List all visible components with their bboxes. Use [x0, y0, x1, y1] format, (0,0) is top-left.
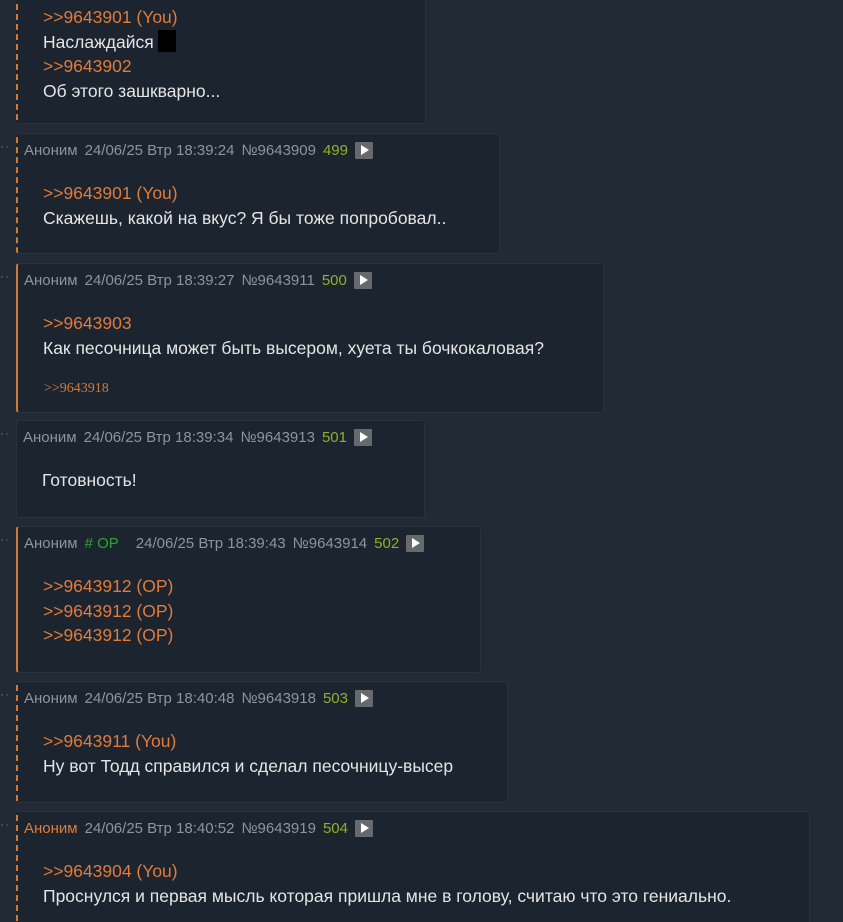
post-count: 502 [374, 535, 400, 552]
post: Аноним 24/06/25 Втр 18:39:34 №9643913 50… [16, 420, 425, 518]
post-date: 24/06/25 Втр 18:40:48 [84, 690, 235, 707]
play-icon[interactable] [353, 272, 372, 289]
post-number[interactable]: №9643919 [241, 820, 316, 837]
post-body: >>9643901 (You) Скажешь, какой на вкус? … [43, 181, 446, 230]
reply-link[interactable]: >>9643911 (You) [43, 731, 176, 751]
post-text: Об этого зашкварно... [43, 80, 221, 101]
post: Аноним 24/06/25 Втр 18:39:27 №9643911 50… [16, 263, 604, 413]
post-author[interactable]: Аноним [23, 429, 77, 446]
play-icon[interactable] [406, 535, 425, 552]
post-header: Аноним 24/06/25 Втр 18:39:27 №9643911 50… [24, 272, 372, 289]
post-date: 24/06/25 Втр 18:39:27 [84, 272, 235, 289]
post: Аноним # OP 24/06/25 Втр 18:39:43 №96439… [16, 526, 481, 673]
reply-link[interactable]: >>9643912 (OP) [43, 625, 173, 645]
post-text: Наслаждайся [43, 31, 154, 52]
post-body: Готовность! [42, 468, 137, 493]
play-icon[interactable] [354, 142, 373, 159]
reply-link[interactable]: >>9643901 (You) [43, 183, 178, 203]
post-header: Аноним 24/06/25 Втр 18:40:48 №9643918 50… [24, 690, 373, 707]
post-number[interactable]: №9643911 [241, 272, 314, 289]
thread: >>9643901 (You) Наслаждайся >>9643902 Об… [0, 0, 843, 922]
post-body: >>9643911 (You) Ну вот Тодд справился и … [43, 729, 453, 778]
post-date: 24/06/25 Втр 18:40:52 [84, 820, 235, 837]
op-tripcode: # OP [84, 535, 119, 552]
reply-link[interactable]: >>9643902 [43, 56, 132, 76]
play-icon[interactable] [354, 820, 373, 837]
post-expander-dots[interactable]: ·· [0, 140, 10, 152]
post-expander-dots[interactable]: ·· [0, 427, 10, 439]
post-header: Аноним 24/06/25 Втр 18:40:52 №9643919 50… [24, 820, 373, 837]
post: Аноним 24/06/25 Втр 18:40:48 №9643918 50… [16, 681, 508, 803]
post-count: 504 [322, 820, 348, 837]
post-count: 503 [322, 690, 348, 707]
post-count: 500 [321, 272, 347, 289]
reply-link[interactable]: >>9643912 (OP) [43, 601, 173, 621]
play-icon[interactable] [354, 690, 373, 707]
post-expander-dots[interactable]: ·· [0, 688, 10, 700]
post-date: 24/06/25 Втр 18:39:24 [84, 142, 235, 159]
post-author[interactable]: Аноним [24, 690, 78, 707]
post-date: 24/06/25 Втр 18:39:43 [135, 535, 286, 552]
spoiler[interactable] [157, 29, 176, 52]
reply-link[interactable]: >>9643903 [43, 313, 132, 333]
post-header: Аноним 24/06/25 Втр 18:39:24 №9643909 49… [24, 142, 373, 159]
post: Аноним 24/06/25 Втр 18:40:52 №9643919 50… [16, 811, 810, 922]
post-number[interactable]: №9643909 [241, 142, 316, 159]
post-count: 501 [321, 429, 347, 446]
post-body: >>9643903 Как песочница может быть высер… [43, 311, 544, 360]
post-header: Аноним # OP 24/06/25 Втр 18:39:43 №96439… [24, 535, 425, 552]
post-author[interactable]: Аноним [24, 820, 78, 837]
post-number[interactable]: №9643914 [293, 535, 368, 552]
backreference-link[interactable]: >>9643918 [44, 381, 109, 397]
post-expander-dots[interactable]: ·· [0, 818, 10, 830]
post-expander-dots[interactable]: ·· [0, 533, 10, 545]
post-body: >>9643904 (You) Проснулся и первая мысль… [43, 859, 731, 908]
reply-link[interactable]: >>9643904 (You) [43, 861, 178, 881]
play-icon[interactable] [353, 429, 372, 446]
post-text: Скажешь, какой на вкус? Я бы тоже попроб… [43, 207, 447, 228]
post-text: Как песочница может быть высером, хуета … [43, 337, 544, 358]
post-count: 499 [322, 142, 348, 159]
post-number[interactable]: №9643913 [240, 429, 315, 446]
post-author[interactable]: Аноним [24, 142, 78, 159]
post: >>9643901 (You) Наслаждайся >>9643902 Об… [16, 0, 426, 124]
post-body: >>9643901 (You) Наслаждайся >>9643902 Об… [43, 5, 220, 103]
post-body: >>9643912 (OP) >>9643912 (OP) >>9643912 … [43, 574, 173, 648]
post-expander-dots[interactable]: ·· [0, 270, 10, 282]
post-date: 24/06/25 Втр 18:39:34 [83, 429, 234, 446]
reply-link[interactable]: >>9643901 (You) [43, 7, 178, 27]
post: Аноним 24/06/25 Втр 18:39:24 №9643909 49… [16, 133, 500, 254]
post-header: Аноним 24/06/25 Втр 18:39:34 №9643913 50… [23, 429, 372, 446]
post-author[interactable]: Аноним [24, 272, 78, 289]
post-text: Ну вот Тодд справился и сделал песочницу… [43, 755, 454, 776]
post-author[interactable]: Аноним [24, 535, 78, 552]
post-text: Готовность! [42, 470, 137, 490]
post-text: Проснулся и первая мысль которая пришла … [43, 885, 732, 906]
reply-link[interactable]: >>9643912 (OP) [43, 576, 173, 596]
post-number[interactable]: №9643918 [241, 690, 316, 707]
